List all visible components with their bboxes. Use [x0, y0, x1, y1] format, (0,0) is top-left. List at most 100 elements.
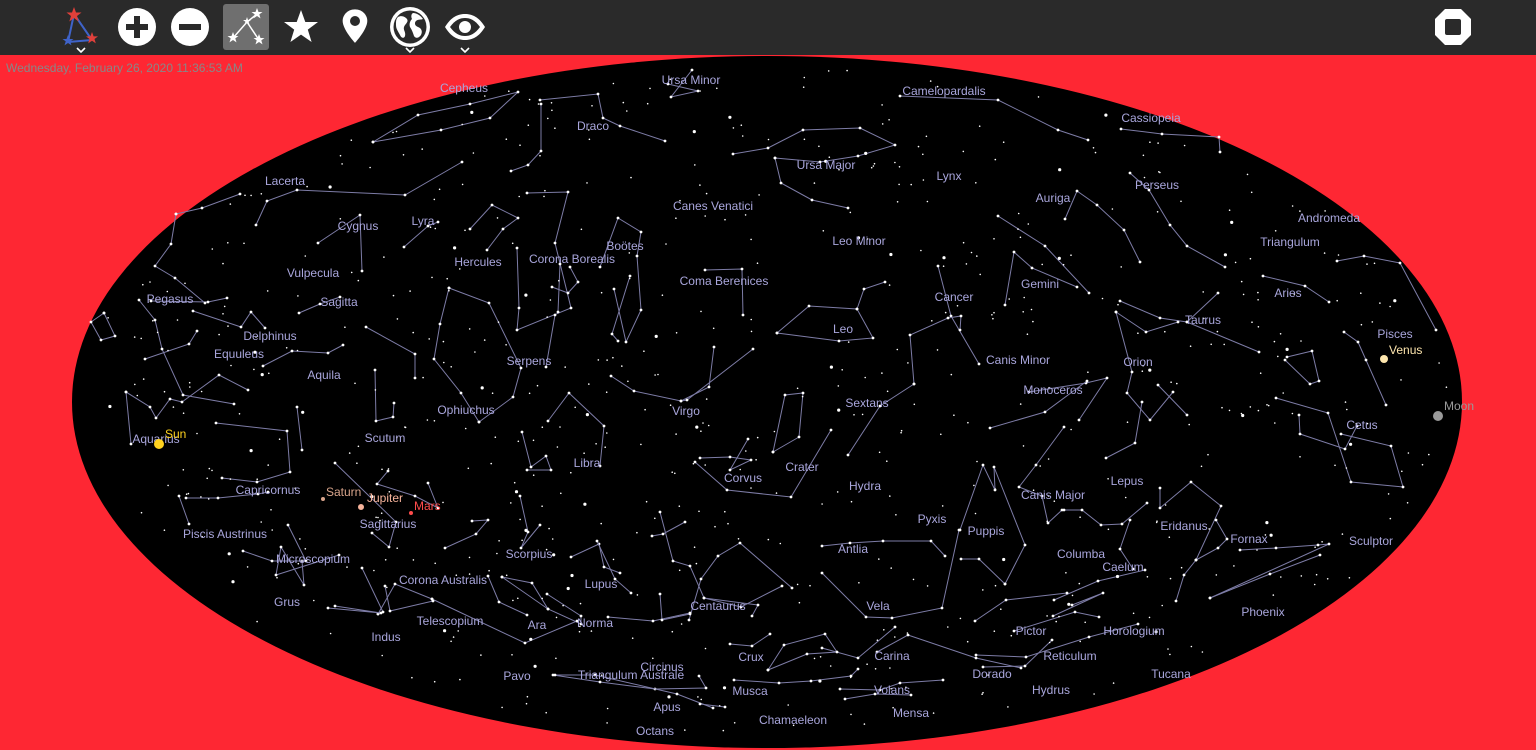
- star: [597, 359, 600, 361]
- star: [402, 245, 406, 249]
- star: [396, 318, 399, 320]
- star: [360, 566, 364, 570]
- star: [539, 102, 543, 106]
- constellations-menu-button[interactable]: [58, 4, 104, 53]
- star: [643, 350, 645, 353]
- star: [1250, 191, 1253, 194]
- star: [1046, 615, 1048, 617]
- location-button[interactable]: [332, 4, 378, 50]
- star: [728, 642, 732, 646]
- star: [404, 426, 407, 429]
- star: [714, 525, 716, 528]
- star: [712, 345, 716, 349]
- star: [339, 154, 342, 157]
- star: [886, 460, 888, 463]
- star: [1000, 608, 1002, 610]
- star: [813, 182, 816, 184]
- star: [177, 494, 181, 498]
- star: [528, 392, 531, 395]
- star: [707, 385, 711, 389]
- jupiter-marker[interactable]: [358, 504, 364, 510]
- star: [348, 452, 351, 454]
- star: [1039, 465, 1041, 467]
- star: [893, 625, 897, 629]
- star: [1128, 171, 1132, 175]
- star: [810, 198, 814, 202]
- star: [1056, 128, 1060, 132]
- star: [1234, 261, 1237, 264]
- constellation-lines-toggle[interactable]: [223, 4, 269, 50]
- star: [1065, 572, 1067, 574]
- star: [981, 693, 983, 695]
- constellation-label: Cetus: [1346, 418, 1377, 432]
- star: [749, 458, 753, 462]
- star: [621, 365, 623, 367]
- star: [1267, 404, 1270, 407]
- star: [556, 446, 559, 448]
- star: [596, 92, 600, 96]
- stop-button[interactable]: [1430, 4, 1476, 50]
- star: [1073, 610, 1077, 614]
- star: [200, 390, 203, 393]
- star: [443, 629, 447, 633]
- venus-marker[interactable]: [1380, 355, 1388, 363]
- star: [511, 395, 515, 399]
- star: [241, 549, 245, 553]
- star: [222, 262, 224, 265]
- star: [383, 256, 385, 258]
- star: [699, 184, 701, 186]
- star: [1120, 266, 1122, 268]
- star: [386, 469, 390, 473]
- star: [654, 374, 656, 376]
- star: [698, 702, 702, 706]
- sky-ellipse[interactable]: [72, 56, 1462, 748]
- star: [195, 329, 199, 333]
- sky-map[interactable]: Cepheus Ursa Minor Camelopardalis Draco Cass…: [0, 55, 1536, 750]
- saturn-marker[interactable]: [321, 497, 325, 501]
- star: [1095, 203, 1099, 207]
- star: [946, 316, 950, 320]
- star: [539, 154, 541, 157]
- star: [622, 101, 625, 104]
- star: [350, 271, 353, 274]
- zoom-out-button[interactable]: [167, 4, 213, 50]
- star: [225, 296, 229, 300]
- star: [1111, 208, 1114, 210]
- star: [813, 657, 816, 660]
- star: [779, 542, 782, 545]
- star: [468, 102, 472, 106]
- star: [913, 403, 916, 406]
- star: [468, 227, 472, 231]
- stars-toggle[interactable]: [278, 4, 324, 50]
- star: [1285, 347, 1289, 351]
- globe-button[interactable]: [387, 4, 433, 53]
- star: [191, 309, 195, 313]
- star: [443, 361, 445, 364]
- star: [207, 498, 210, 500]
- star: [480, 654, 482, 656]
- view-options-button[interactable]: [442, 4, 488, 53]
- star: [1216, 291, 1220, 295]
- star: [645, 500, 648, 503]
- star: [863, 723, 866, 725]
- star: [442, 340, 445, 343]
- zoom-in-button[interactable]: [114, 4, 160, 50]
- star: [783, 393, 787, 397]
- star: [1218, 150, 1222, 154]
- star: [936, 349, 939, 351]
- star: [679, 399, 683, 403]
- star: [182, 469, 185, 471]
- moon-marker[interactable]: [1433, 411, 1443, 421]
- star: [678, 505, 681, 508]
- star: [488, 116, 492, 120]
- star: [1130, 370, 1134, 374]
- sun-marker[interactable]: [154, 439, 164, 449]
- star: [260, 521, 263, 523]
- star: [803, 76, 806, 79]
- star: [881, 104, 883, 106]
- star: [304, 255, 307, 257]
- star: [253, 368, 255, 371]
- mars-marker[interactable]: [409, 511, 413, 515]
- star: [208, 467, 211, 470]
- star: [881, 372, 883, 374]
